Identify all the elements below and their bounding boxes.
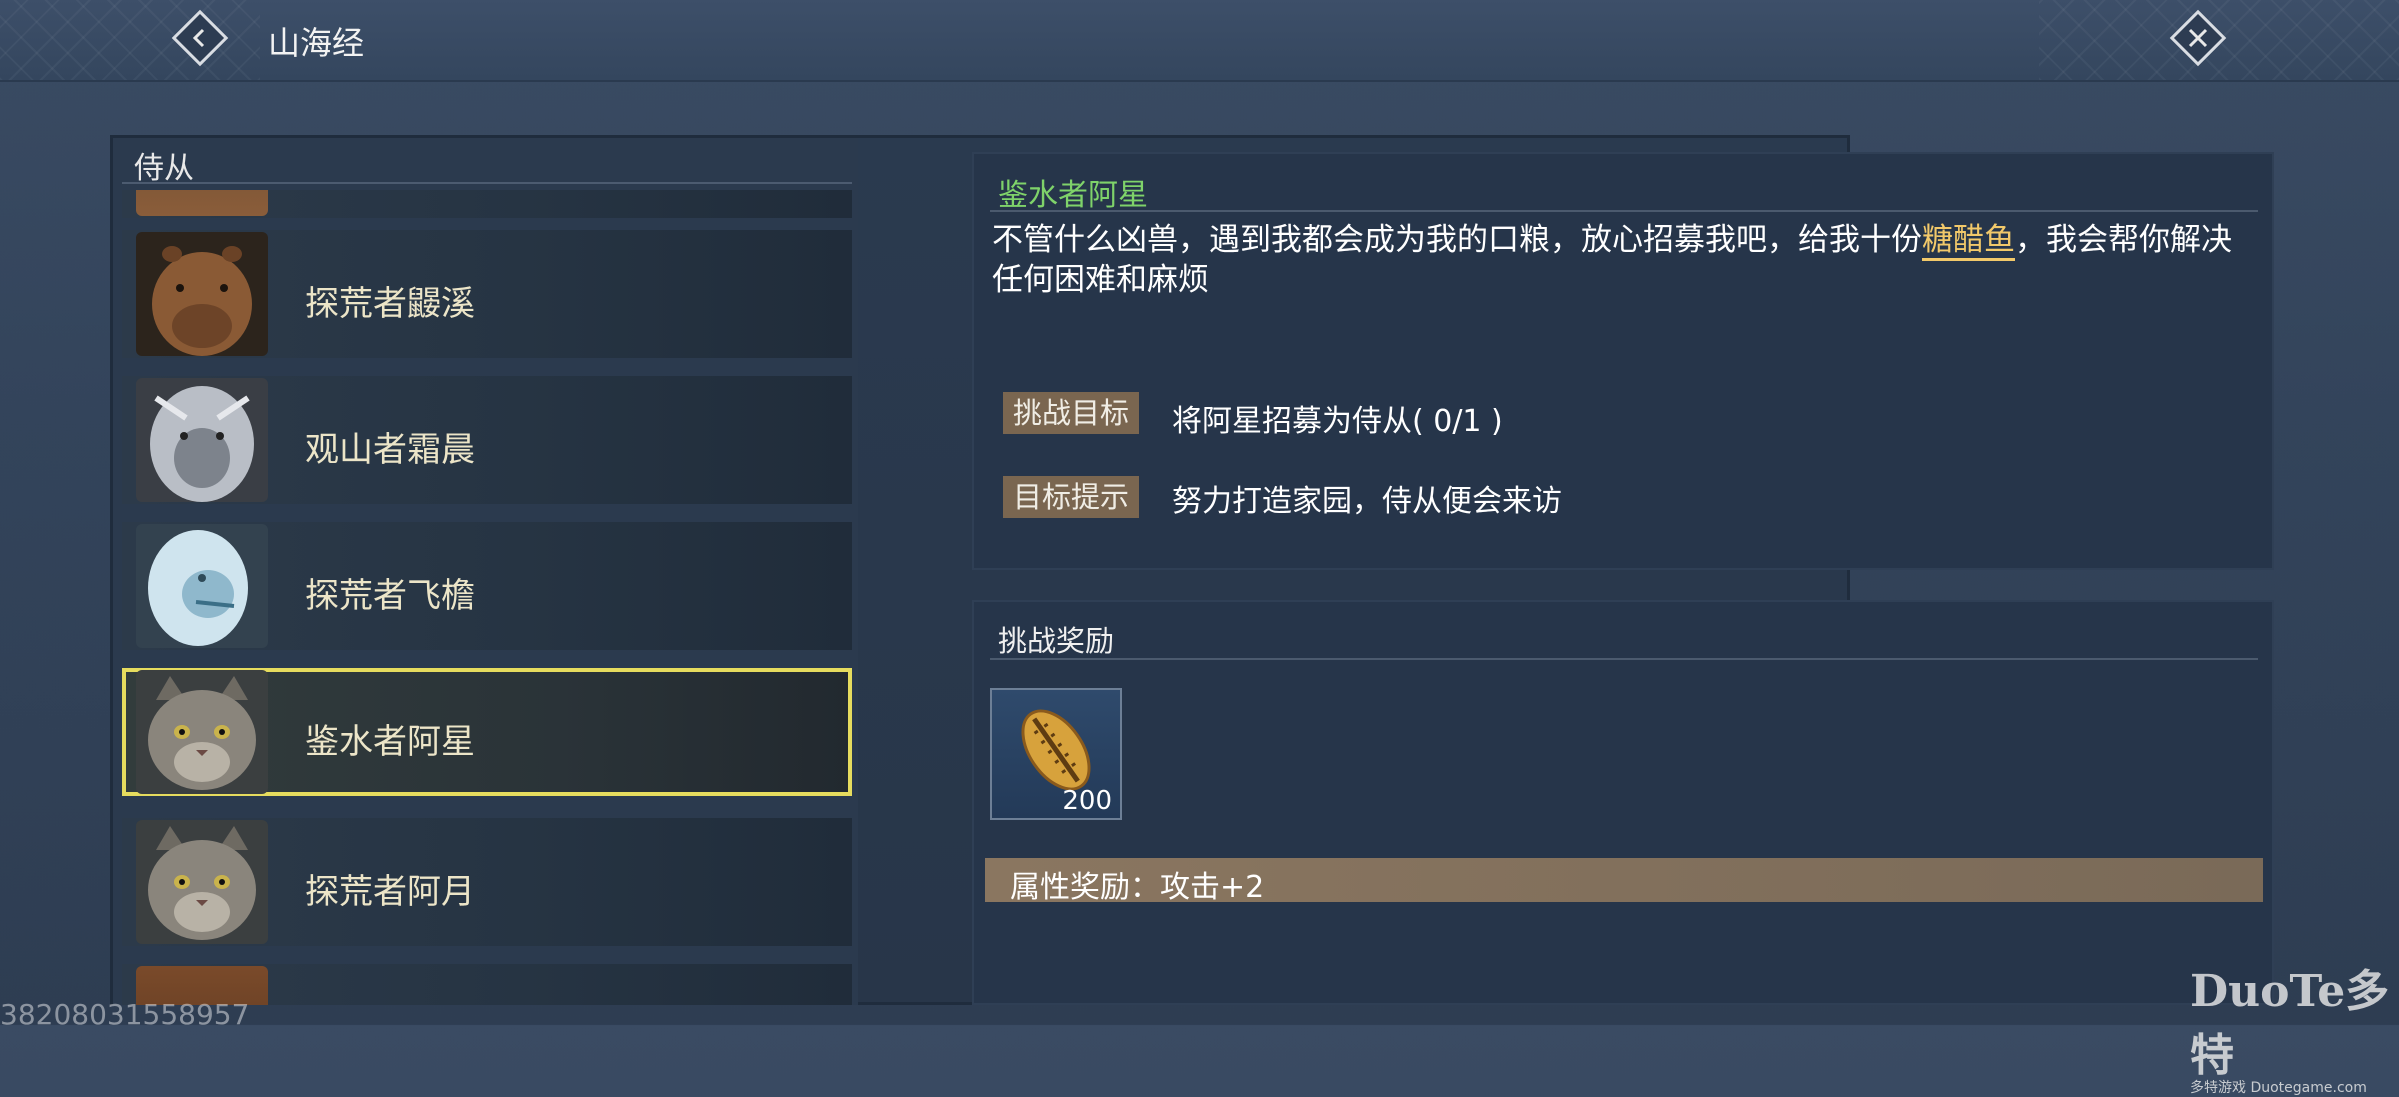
list-item-partial-top[interactable]: [122, 190, 852, 218]
watermark-number: 38208031558957: [0, 998, 250, 1031]
page-title: 山海经: [268, 24, 365, 62]
logo-text: DuoTe多特: [2190, 966, 2390, 1081]
attendant-name: 鉴水者阿星: [998, 178, 1148, 213]
portrait-image: [136, 190, 268, 216]
divider: [990, 210, 2258, 212]
detail-panel: [972, 152, 2274, 570]
portrait-cat: [136, 820, 268, 944]
list-item-label: 鉴水者阿星: [305, 722, 475, 762]
close-button[interactable]: [2168, 8, 2228, 68]
watermark-logo: DuoTe多特 多特游戏 Duotegame.com: [2190, 955, 2399, 1097]
list-item[interactable]: 观山者霜晨: [122, 376, 852, 504]
list-item[interactable]: 探荒者阿月: [122, 818, 852, 946]
goal-hint-tag: 目标提示: [1003, 476, 1140, 518]
divider: [122, 182, 852, 184]
list-item-label: 探荒者阿月: [305, 872, 475, 912]
challenge-goal-tag: 挑战目标: [1003, 392, 1140, 434]
logo-subtext: 多特游戏 Duotegame.com: [2190, 1080, 2367, 1096]
goal-hint-text: 努力打造家园，侍从便会来访: [1172, 484, 1562, 519]
highlight-link[interactable]: 糖醋鱼: [1922, 222, 2015, 261]
portrait-ice-beast: [136, 524, 268, 648]
divider: [990, 658, 2258, 660]
back-button[interactable]: [170, 8, 230, 68]
reward-panel: [972, 600, 2274, 1005]
list-item-label: 探荒者飞檐: [305, 576, 475, 616]
reward-count: 200: [1062, 786, 1112, 816]
reward-heading: 挑战奖励: [998, 624, 1115, 658]
list-item[interactable]: 探荒者飞檐: [122, 522, 852, 650]
attribute-reward-text: 属性奖励：攻击+2: [1010, 870, 1265, 905]
portrait-capybara: [136, 232, 268, 356]
chevron-left-icon: [192, 28, 205, 48]
list-item[interactable]: 探荒者鼹溪: [122, 230, 852, 358]
attendant-list[interactable]: 探荒者鼹溪 观山者霜晨 探荒者飞檐 鉴水者阿星 探荒者阿月: [122, 190, 852, 1005]
reward-item-slot[interactable]: 200: [990, 688, 1122, 820]
description-text: 不管什么凶兽，遇到我都会成为我的口粮，放心招募我吧，给我十份: [992, 222, 1922, 258]
portrait-white-beast: [136, 378, 268, 502]
close-icon: [2188, 28, 2208, 48]
challenge-goal-text: 将阿星招募为侍从( 0/1 ): [1172, 404, 1503, 439]
list-item-label: 探荒者鼹溪: [305, 284, 475, 324]
list-item-selected[interactable]: 鉴水者阿星: [122, 668, 852, 796]
portrait-cat: [136, 670, 268, 794]
attendant-description: 不管什么凶兽，遇到我都会成为我的口粮，放心招募我吧，给我十份糖醋鱼，我会帮你解决…: [992, 220, 2262, 300]
attendant-list-heading: 侍从: [134, 151, 194, 186]
list-item-label: 观山者霜晨: [305, 430, 475, 470]
